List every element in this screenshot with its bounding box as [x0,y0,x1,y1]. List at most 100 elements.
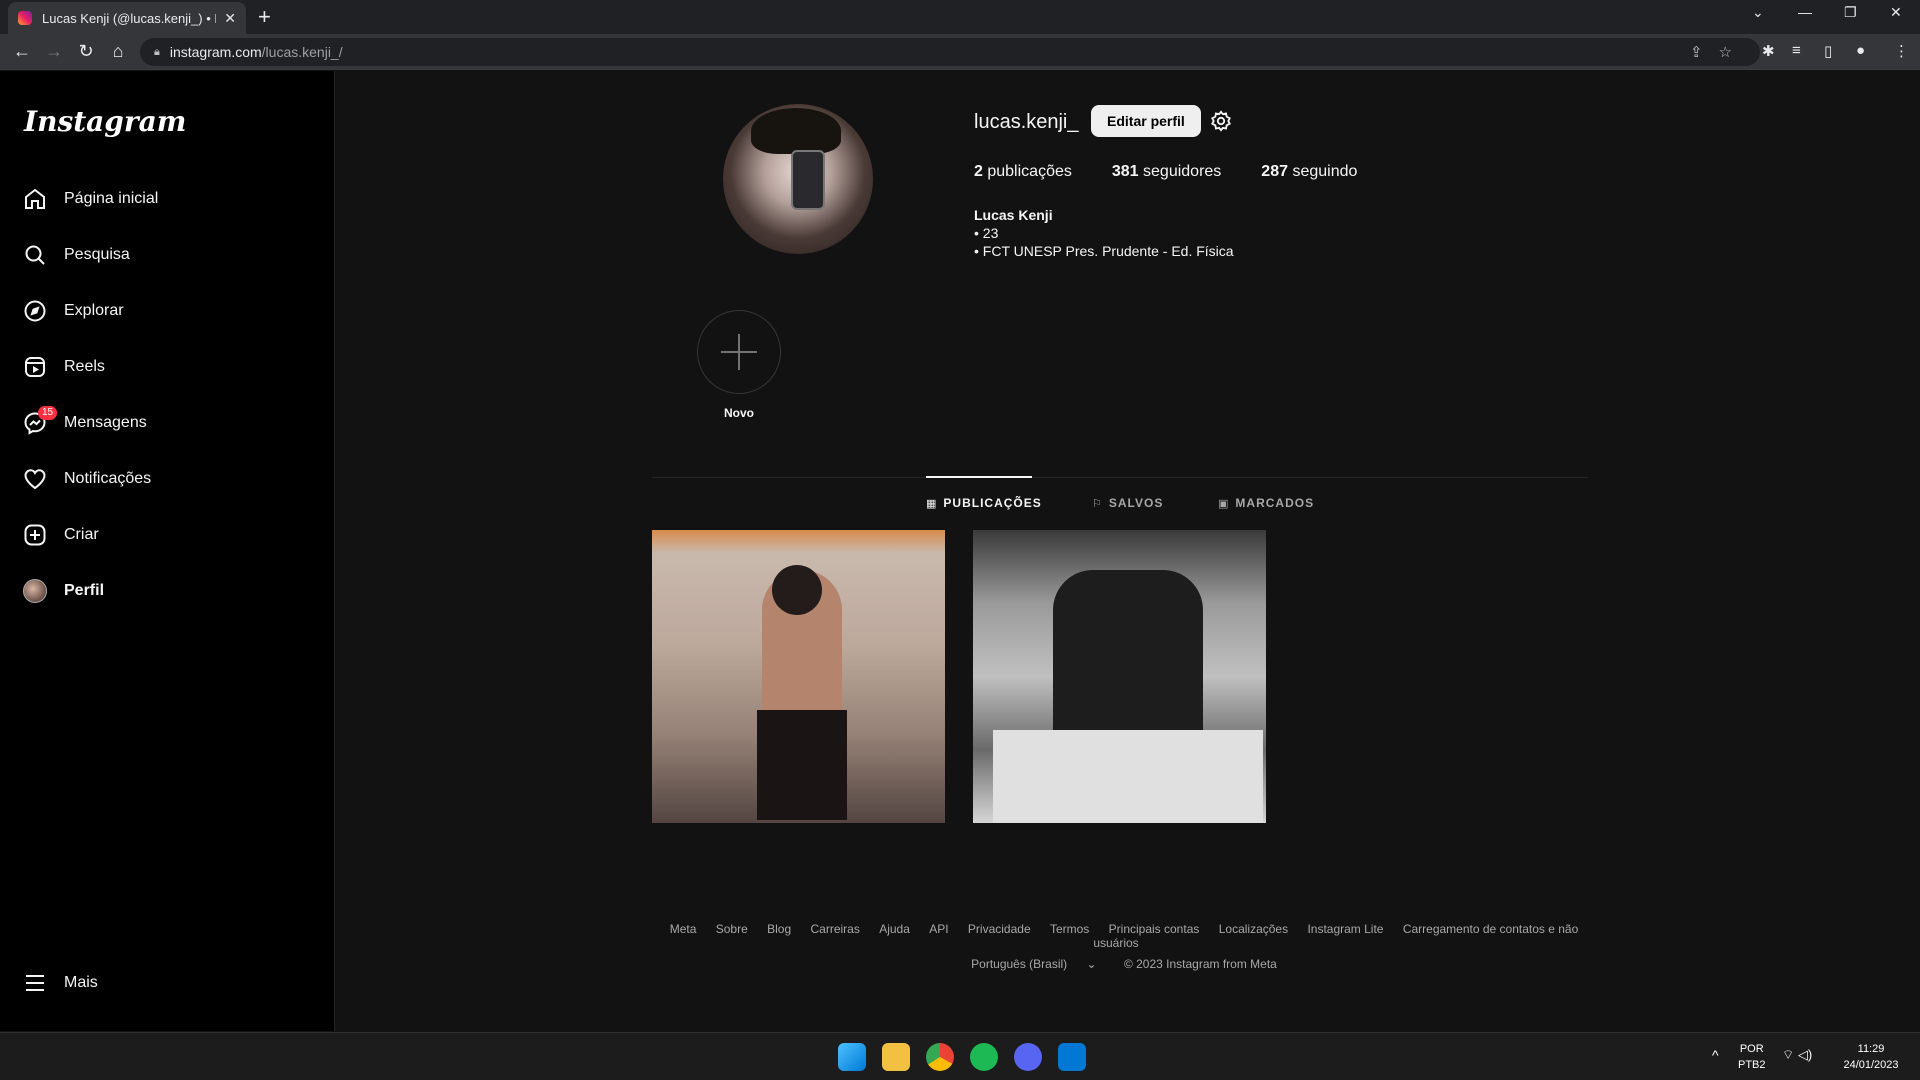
discord-icon[interactable] [1014,1043,1042,1071]
file-explorer-icon[interactable] [882,1043,910,1071]
nav-label: Página inicial [64,190,159,207]
minimize-button[interactable]: — [1798,4,1812,20]
footer-link[interactable]: Termos [1050,922,1089,936]
wifi-volume-icons[interactable]: ⌔ ◁) [1782,1047,1812,1063]
footer-link[interactable]: Ajuda [879,922,910,936]
lang-top: POR [1739,1043,1764,1055]
nav-reels[interactable]: Reels [22,351,105,383]
footer-link[interactable]: Meta [670,922,697,936]
language-indicator[interactable]: POR PTB2 [1738,1041,1766,1073]
instagram-favicon-icon [18,11,32,25]
posts-stat: 2 publicações [974,163,1072,180]
sidebar: Instagram Página inicial Pesquisa Explor… [0,71,335,1031]
footer-link[interactable]: Principais contas [1109,922,1200,936]
new-highlight-label: Novo [724,406,754,420]
windows-start-icon[interactable] [838,1043,866,1071]
nav-messages[interactable]: 15 Mensagens [22,406,147,439]
profile-browser-icon[interactable]: ● [1856,42,1865,59]
post-thumbnail[interactable] [652,530,945,823]
footer-link[interactable]: API [929,922,948,936]
chrome-icon[interactable] [926,1043,954,1071]
avatar [23,579,47,603]
post-thumbnail[interactable] [973,530,1266,823]
share-bookmark-icons[interactable]: ⇪☆ [1690,43,1748,61]
nav-label: Explorar [64,302,124,319]
post-photo-shorts [757,710,847,820]
profile-username: lucas.kenji_ [974,111,1079,133]
new-highlight-button[interactable] [697,310,781,394]
footer-links: Meta Sobre Blog Carreiras Ajuda API Priv… [652,922,1588,950]
nav-create[interactable]: Criar [22,519,99,551]
spotify-icon[interactable] [970,1043,998,1071]
url-host: instagram.com [169,44,262,60]
tab-search-icon[interactable]: ⌄ [1752,4,1764,21]
nav-label: Mais [64,974,98,991]
footer-link[interactable]: Sobre [716,922,748,936]
instagram-logo[interactable]: Instagram [24,105,186,138]
close-tab-icon[interactable]: ✕ [224,10,236,27]
followers-stat[interactable]: 381 seguidores [1112,163,1221,181]
profile-nav-icon [22,578,48,604]
forward-icon[interactable]: → [42,41,66,62]
nav-explore[interactable]: Explorar [22,295,124,327]
footer-link[interactable]: Privacidade [968,922,1031,936]
menu-icon[interactable]: ⋮ [1894,42,1909,60]
tab-tagged[interactable]: ▣ MARCADOS [1218,496,1314,510]
settings-gear-icon[interactable] [1210,110,1232,132]
bookmark-icon: ⚐ [1092,497,1103,510]
vscode-icon[interactable] [1058,1043,1086,1071]
footer-link[interactable]: Blog [767,922,791,936]
copyright: © 2023 Instagram from Meta [1123,957,1277,971]
close-window-button[interactable]: ✕ [1890,4,1902,21]
compass-icon [22,298,48,324]
tab-label: PUBLICAÇÕES [943,496,1042,510]
nav-profile[interactable]: Perfil [22,575,104,607]
tab-posts[interactable]: ▦ PUBLICAÇÕES [926,496,1042,510]
clock[interactable]: 11:29 24/01/2023 [1836,1041,1906,1073]
footer-link[interactable]: Localizações [1219,922,1288,936]
new-tab-button[interactable]: + [258,4,271,30]
tab-label: SALVOS [1108,496,1164,510]
profile-full-name: Lucas Kenji [974,207,1053,223]
tray-chevron-icon[interactable]: ^ [1712,1047,1719,1063]
tab-saved[interactable]: ⚐ SALVOS [1092,496,1163,510]
browser-tab[interactable]: Lucas Kenji (@lucas.kenji_) • Foto ✕ [8,2,246,34]
footer-copyright-row: Português (Brasil) ⌄ © 2023 Instagram fr… [652,957,1588,971]
footer-link[interactable]: Instagram Lite [1307,922,1383,936]
bio-line: • FCT UNESP Pres. Prudente - Ed. Física [974,243,1234,259]
restore-button[interactable]: ❐ [1844,4,1857,21]
url-path: /lucas.kenji_/ [261,44,343,60]
messenger-icon: 15 [22,406,58,436]
extensions-icon[interactable]: ✱ [1762,42,1775,60]
nav-more[interactable]: Mais [22,967,98,999]
grid-icon: ▦ [926,497,938,510]
clock-time: 11:29 [1857,1043,1885,1055]
windows-taskbar: ^ POR PTB2 ⌔ ◁) 11:29 24/01/2023 [0,1032,1920,1080]
home-browser-icon[interactable]: ⌂ [106,41,130,62]
browser-toolbar: ← → ↻ ⌂ 🔒︎ instagram.com/lucas.kenji_/ ⇪… [0,34,1920,70]
reels-icon [22,354,48,380]
hamburger-icon [22,970,48,996]
following-stat[interactable]: 287 seguindo [1261,163,1357,181]
footer-link[interactable]: Carreiras [811,922,860,936]
messages-badge: 15 [38,406,58,420]
scrollbar[interactable] [1905,71,1920,1031]
browser-tabbar: Lucas Kenji (@lucas.kenji_) • Foto ✕ + ⌄… [0,0,1920,34]
plus-icon [721,334,757,370]
heart-icon [22,466,48,492]
media-icon[interactable]: ≡ [1792,42,1801,59]
profile-picture[interactable] [723,104,873,254]
back-icon[interactable]: ← [10,41,34,62]
nav-label: Notificações [64,470,152,487]
edit-profile-button[interactable]: Editar perfil [1091,105,1201,137]
nav-notifications[interactable]: Notificações [22,463,151,495]
language-select[interactable]: Português (Brasil) ⌄ [963,957,1104,971]
profile-picture-phone [791,150,825,210]
post-photo-box [993,730,1263,823]
profile-bio: Lucas Kenji • 23 • FCT UNESP Pres. Prude… [974,206,1234,260]
nav-home[interactable]: Página inicial [22,183,158,215]
nav-search[interactable]: Pesquisa [22,239,130,271]
sidepanel-icon[interactable]: ▯ [1824,42,1832,60]
address-bar[interactable]: 🔒︎ instagram.com/lucas.kenji_/ ⇪☆ [140,38,1760,66]
reload-icon[interactable]: ↻ [74,41,98,62]
